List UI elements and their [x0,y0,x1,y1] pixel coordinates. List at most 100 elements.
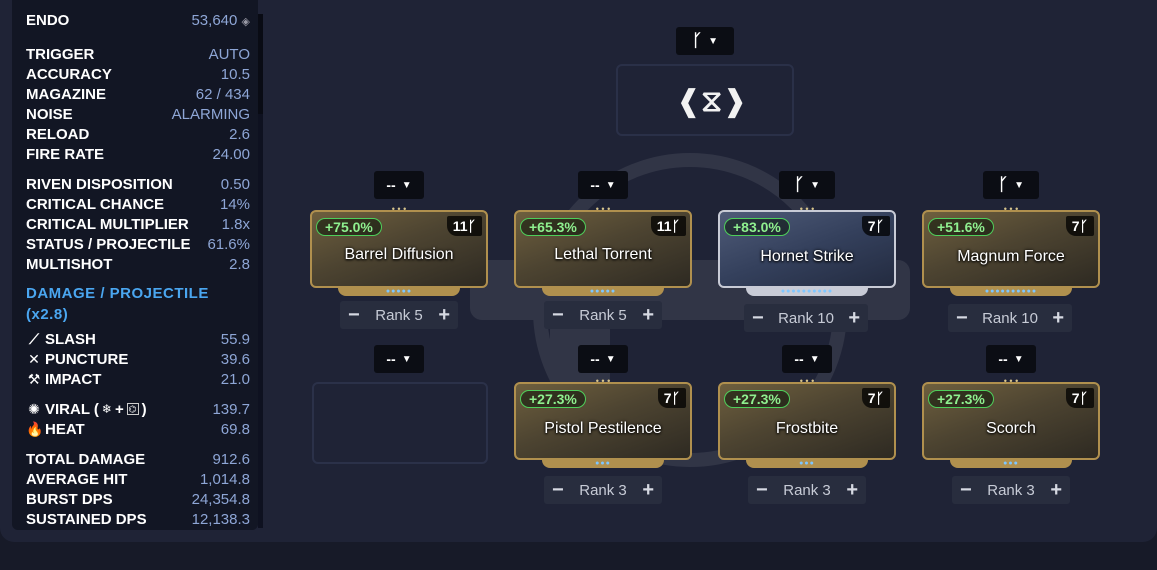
mod-card[interactable]: +51.6% 7ᚴ Magnum Force [922,210,1100,288]
exilus-polarity-dropdown[interactable]: ᚴ ▼ [676,27,734,55]
mod-card[interactable]: +27.3% 7ᚴ Frostbite [718,382,896,460]
stat-value: 53,640 ◈ [191,11,250,29]
rank-increase-button[interactable]: + [846,479,858,502]
mod-bonus: +65.3% [520,218,586,236]
stat-row-impact: ⚒ IMPACT 21.0 [26,369,250,389]
mod-polarity-dropdown[interactable]: ᚴ ▼ [779,171,835,199]
chevron-down-icon: ▼ [605,353,616,365]
stat-row-puncture: ✕ PUNCTURE 39.6 [26,349,250,369]
mod-bonus: +27.3% [724,390,790,408]
slash-icon: ⟋ [29,330,39,347]
rank-pips: ●●● [799,460,815,467]
rank-decrease-button[interactable]: − [348,304,360,327]
mod-name: Frostbite [775,420,839,437]
rank-label: Rank 3 [783,481,831,499]
rank-control: − Rank 10 + [948,304,1072,332]
chevron-down-icon: ▼ [605,179,616,191]
stat-row-viral: ✺ VIRAL (❄ + ⌬) 139.7 [26,399,250,419]
stat-value: AUTO [208,45,250,63]
toxin-icon: ⌬ [126,403,139,415]
stat-label: RELOAD [26,125,90,143]
chevron-down-icon: ▼ [1013,353,1024,365]
stat-row: RELOAD 2.6 [26,124,250,144]
mod-name: Pistol Pestilence [544,420,662,437]
stat-value: 2.6 [229,125,250,143]
rank-increase-button[interactable]: + [642,304,654,327]
rank-pips: ●●●●● [589,288,617,295]
stat-label: SUSTAINED DPS [26,510,147,528]
mod-card[interactable]: +27.3% 7ᚴ Pistol Pestilence [514,382,692,460]
rank-pips: ●●●●●●●●●● [984,288,1038,295]
mod-bonus: +75.0% [316,218,382,236]
stat-label: NOISE [26,105,73,123]
stat-value: 912.6 [212,450,250,468]
rank-decrease-button[interactable]: − [552,479,564,502]
exilus-icon: ❰⧖❱ [676,85,748,118]
mod-name: Scorch [986,420,1036,437]
stat-value: ALARMING [171,105,250,123]
rank-control: − Rank 10 + [744,304,868,332]
polarity-label: -- [590,351,600,367]
rank-decrease-button[interactable]: − [956,307,968,330]
rank-label: Rank 5 [579,306,627,324]
stat-row: NOISE ALARMING [26,104,250,124]
mod-card[interactable]: +65.3% 11ᚴ Lethal Torrent [514,210,692,288]
mod-drain: 11ᚴ [650,216,686,236]
chevron-down-icon: ▼ [401,179,412,191]
rank-label: Rank 3 [579,481,627,499]
stat-value: 62 / 434 [195,85,250,103]
mod-polarity-dropdown[interactable]: -- ▼ [578,171,628,199]
mod-polarity-dropdown[interactable]: -- ▼ [986,345,1036,373]
stat-value: 14% [219,195,250,213]
stat-value: 24.00 [212,145,250,163]
polarity-icon: ᚴ [671,218,680,234]
stat-value: 61.6% [207,235,250,253]
rank-increase-button[interactable]: + [438,304,450,327]
rank-increase-button[interactable]: + [1050,479,1062,502]
stat-value: 139.7 [212,400,250,418]
polarity-icon: ᚴ [875,390,884,406]
rank-control: − Rank 3 + [748,476,866,504]
stat-label: HEAT [45,420,85,438]
rank-decrease-button[interactable]: − [960,479,972,502]
mod-card[interactable]: +83.0% 7ᚴ Hornet Strike [718,210,896,288]
stats-scroll-thumb[interactable] [258,14,263,114]
stat-row: STATUS / PROJECTILE 61.6% [26,234,250,254]
stat-value: 1,014.8 [199,470,250,488]
rank-increase-button[interactable]: + [1052,307,1064,330]
stat-row: RIVEN DISPOSITION 0.50 [26,174,250,194]
mod-polarity-dropdown[interactable]: -- ▼ [782,345,832,373]
mod-name: Magnum Force [957,248,1065,265]
stat-value: 12,138.3 [191,510,250,528]
empty-mod-slot[interactable] [312,382,488,464]
mod-polarity-dropdown[interactable]: -- ▼ [578,345,628,373]
stat-row: TRIGGER AUTO [26,44,250,64]
rank-decrease-button[interactable]: − [752,307,764,330]
mod-card[interactable]: +27.3% 7ᚴ Scorch [922,382,1100,460]
rank-decrease-button[interactable]: − [552,304,564,327]
stat-label: RIVEN DISPOSITION [26,175,173,193]
mod-drain: 7ᚴ [861,216,890,236]
mod-card[interactable]: +75.0% 11ᚴ Barrel Diffusion [310,210,488,288]
damage-section-title: DAMAGE / PROJECTILE (x2.8) [26,283,246,325]
stat-value: 0.50 [220,175,250,193]
rank-decrease-button[interactable]: − [756,479,768,502]
damage-title: DAMAGE / PROJECTILE [26,285,209,302]
stat-label: TOTAL DAMAGE [26,450,146,468]
polarity-icon: ᚴ [793,175,805,194]
mod-drain: 7ᚴ [1065,216,1094,236]
mod-polarity-dropdown[interactable]: -- ▼ [374,345,424,373]
chevron-down-icon: ▼ [810,179,821,191]
rank-pips: ●●● [1003,460,1019,467]
stat-row-endo: ENDO 53,640 ◈ [26,10,250,30]
stat-label: FIRE RATE [26,145,105,163]
rank-increase-button[interactable]: + [848,307,860,330]
mod-polarity-dropdown[interactable]: ᚴ ▼ [983,171,1039,199]
mod-polarity-dropdown[interactable]: -- ▼ [374,171,424,199]
stat-label: SLASH [45,330,96,348]
stat-label: MULTISHOT [26,255,113,273]
stat-label: CRITICAL MULTIPLIER [26,215,189,233]
mod-bonus: +27.3% [520,390,586,408]
rank-increase-button[interactable]: + [642,479,654,502]
rank-label: Rank 10 [982,309,1038,327]
